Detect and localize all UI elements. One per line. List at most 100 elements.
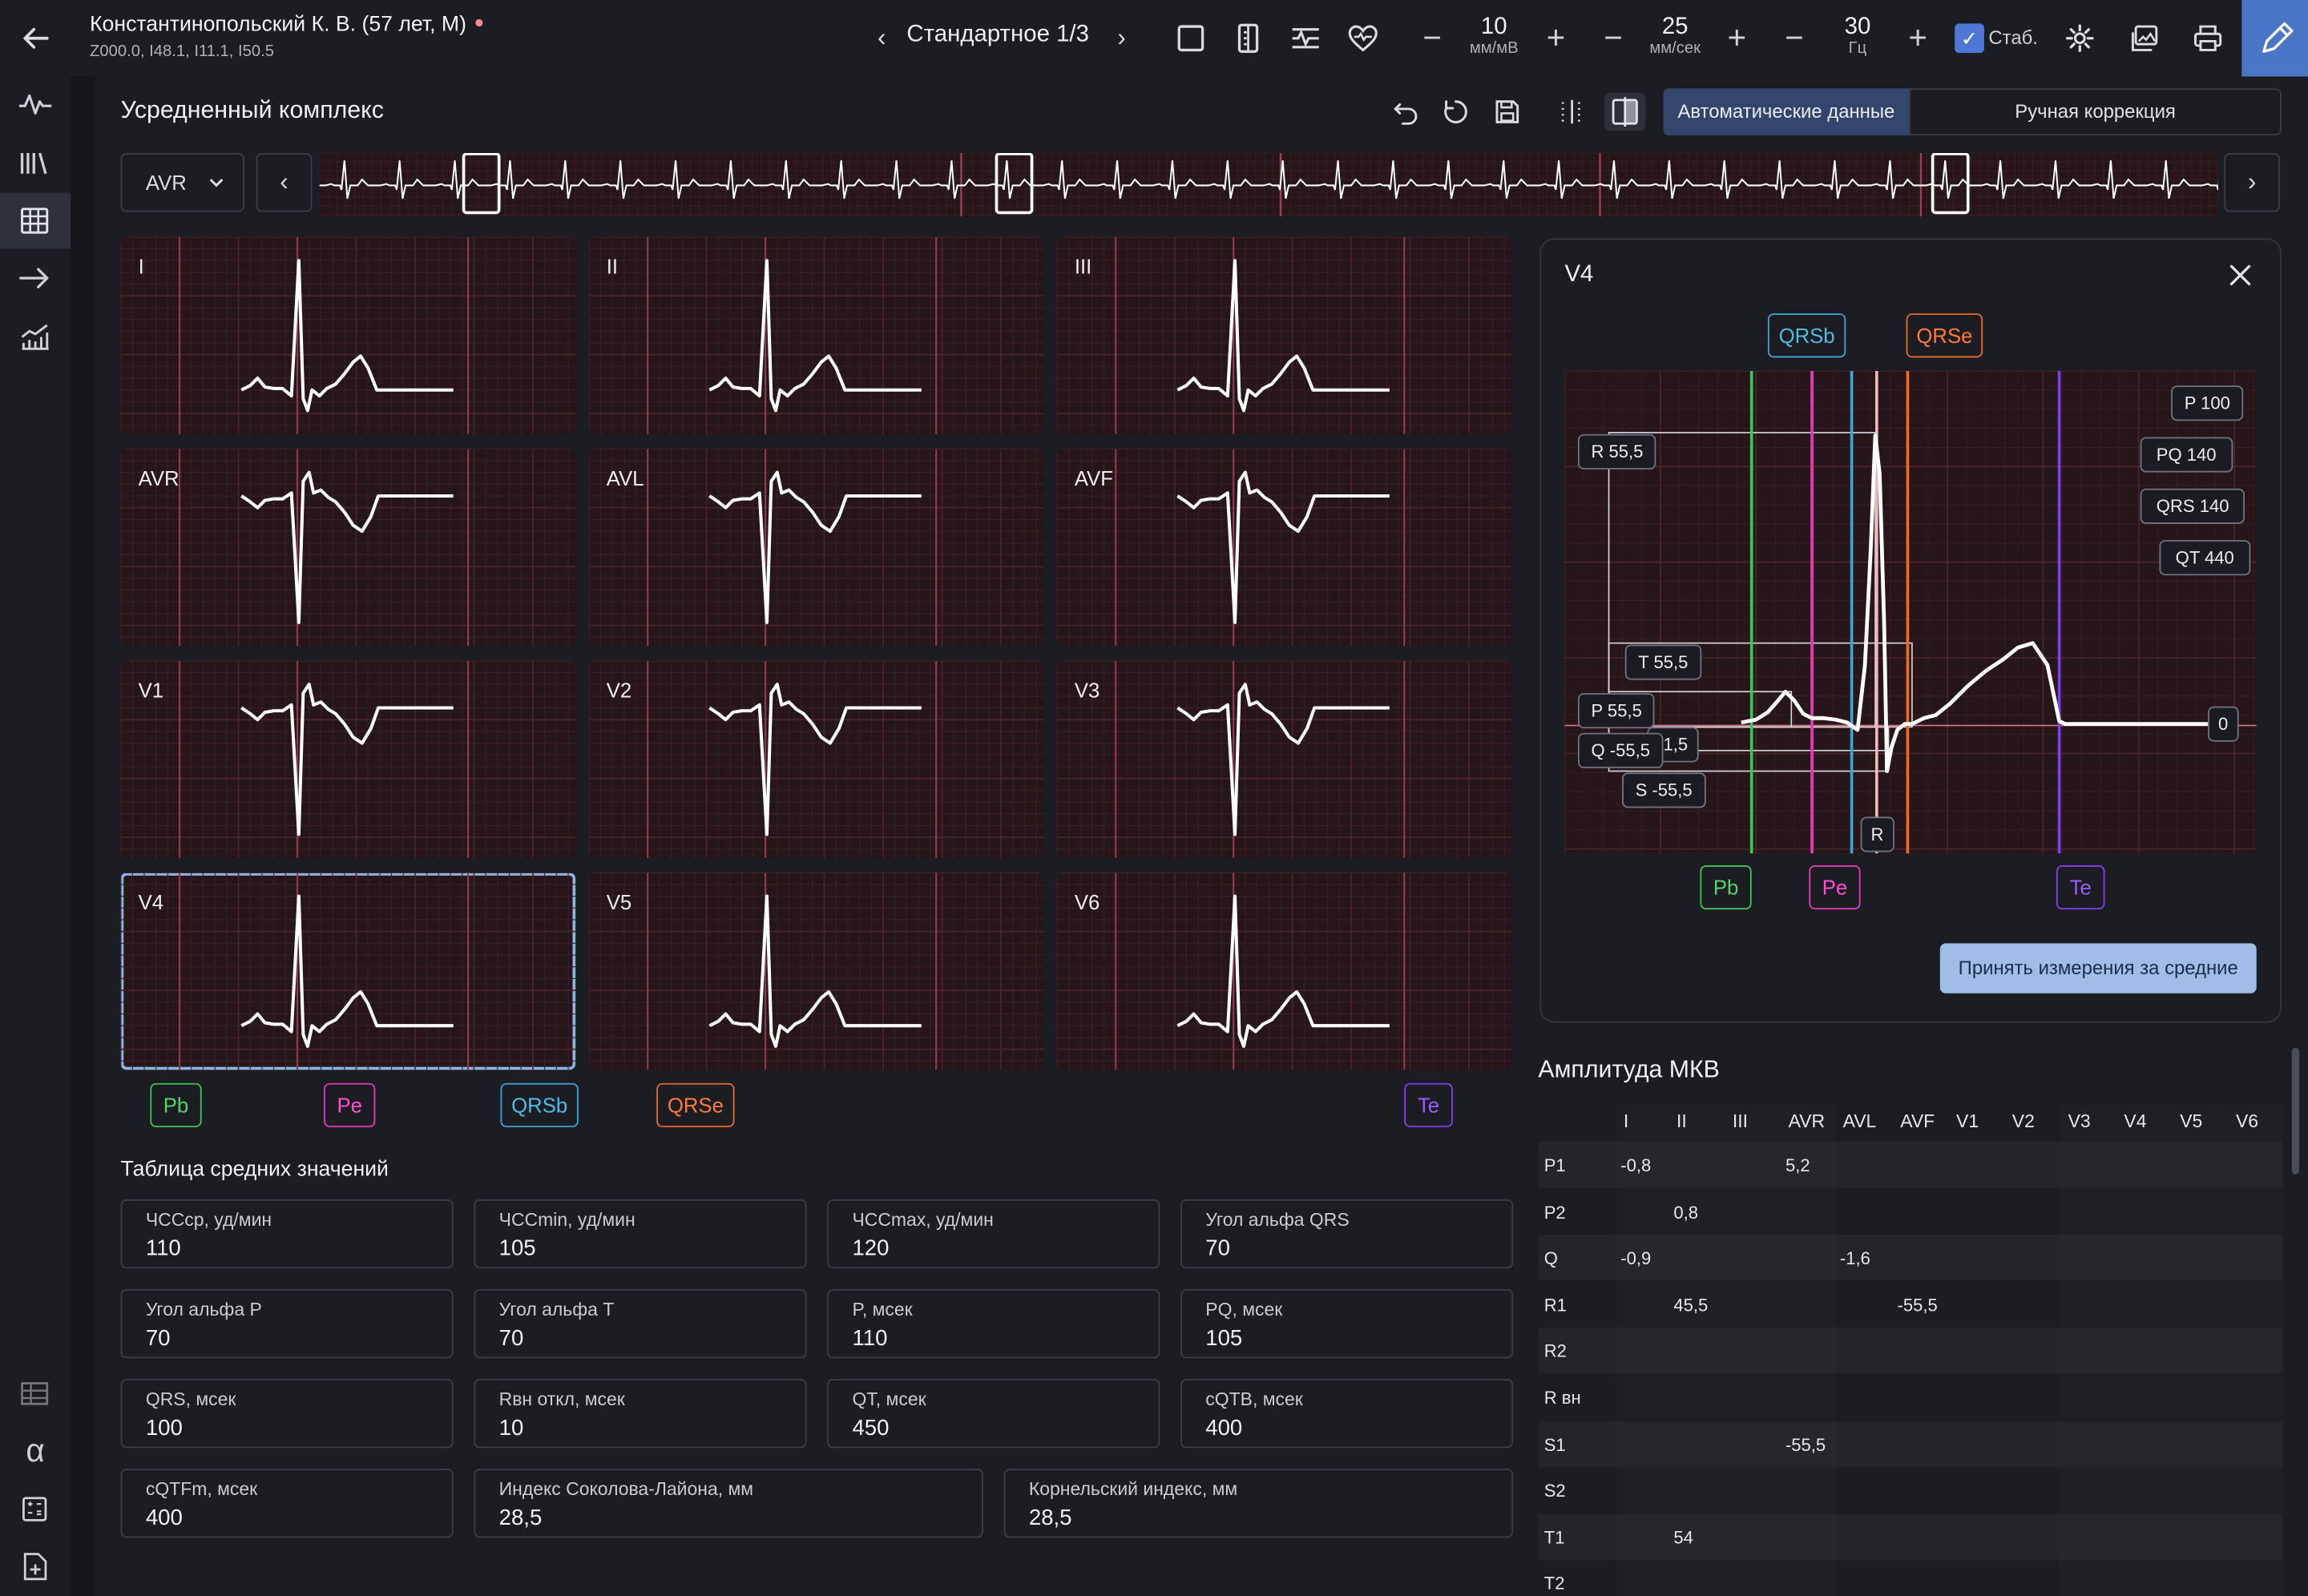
amp-col-header: V6 (2235, 1110, 2259, 1132)
amp-cell[interactable]: 5,2 (1785, 1155, 1810, 1176)
interval-p[interactable]: P 100 (2171, 385, 2244, 421)
lead-select[interactable]: AVR (120, 153, 244, 212)
nav-calculator-icon[interactable] (0, 1481, 71, 1537)
scrollbar[interactable] (2291, 1047, 2299, 1175)
print-icon[interactable] (2192, 22, 2224, 54)
amp-row-name: P1 (1543, 1155, 1566, 1176)
nav-add-file-icon[interactable] (0, 1538, 71, 1594)
stabilization-checkbox[interactable]: ✓ (1955, 23, 1984, 54)
lead-panel-avl[interactable]: AVL (588, 449, 1044, 647)
speed-value: 25 мм/сек (1636, 15, 1713, 58)
nav-ecg-icon[interactable] (0, 77, 71, 133)
stabilization-label: Стаб. (1988, 26, 2038, 49)
grid-toggle-icon[interactable] (1557, 97, 1587, 127)
gallery-icon[interactable] (2128, 22, 2161, 54)
lead-label: V4 (138, 890, 164, 914)
single-lead-icon[interactable] (1175, 22, 1207, 54)
amp-s-label[interactable]: S -55,5 (1622, 772, 1706, 808)
marker-pe[interactable]: Pe (324, 1082, 376, 1127)
tab-manual-correction[interactable]: Ручная коррекция (1909, 88, 2282, 135)
amp-cell[interactable]: -55,5 (1898, 1295, 1938, 1316)
close-icon[interactable] (2225, 260, 2255, 290)
compare-toggle-icon[interactable] (1604, 92, 1646, 131)
lead-panel-ii[interactable]: II (588, 236, 1044, 434)
accept-measurements-button[interactable]: Принять измерения за средние (1939, 943, 2257, 993)
lead-panel-v4[interactable]: V4 (120, 873, 576, 1070)
amp-cell[interactable]: -0,8 (1620, 1155, 1651, 1176)
marker-qrse[interactable]: QRSe (656, 1082, 735, 1127)
interval-qt[interactable]: QT 440 (2159, 540, 2251, 576)
lead-panel-iii[interactable]: III (1056, 236, 1512, 434)
detail-marker-pe[interactable]: Pe (1809, 864, 1861, 910)
amp-cell[interactable]: -0,9 (1620, 1248, 1651, 1269)
lead-panel-v2[interactable]: V2 (588, 660, 1044, 858)
detail-marker-qrsb[interactable]: QRSb (1767, 313, 1846, 358)
nav-trend-icon[interactable] (0, 308, 71, 364)
speed-unit: мм/сек (1649, 39, 1701, 58)
amp-cell[interactable]: -55,5 (1785, 1434, 1826, 1455)
amp-cell[interactable]: -1,6 (1840, 1248, 1870, 1269)
nav-alpha-icon[interactable]: α (0, 1423, 71, 1479)
amp-cell[interactable]: 54 (1673, 1527, 1693, 1548)
lead-panel-v6[interactable]: V6 (1056, 873, 1512, 1070)
reset-icon[interactable] (1441, 97, 1471, 127)
amp-cell[interactable]: 0,8 (1673, 1202, 1698, 1223)
detail-marker-te[interactable]: Te (2056, 864, 2105, 910)
lead-panel-i[interactable]: I (120, 236, 576, 434)
detail-marker-qrse[interactable]: QRSe (1906, 313, 1983, 358)
gain-decrease-button[interactable]: − (1418, 22, 1447, 54)
interval-qrs[interactable]: QRS 140 (2140, 488, 2245, 524)
back-arrow-icon[interactable] (14, 18, 55, 58)
average-card: cQTFm, мсек 400 (120, 1469, 454, 1538)
average-value: 100 (145, 1415, 183, 1441)
lead-panel-v5[interactable]: V5 (588, 873, 1044, 1070)
nav-sheet-icon[interactable] (0, 1365, 71, 1421)
average-label: Индекс Соколова-Лайона, мм (498, 1478, 754, 1500)
nav-table-icon[interactable] (0, 192, 71, 249)
r-peak-marker[interactable]: R (1860, 816, 1894, 852)
speed-decrease-button[interactable]: − (1599, 22, 1628, 54)
settings-gear-icon[interactable] (2064, 22, 2096, 54)
interval-pq[interactable]: PQ 140 (2140, 437, 2233, 473)
speed-increase-button[interactable]: + (1722, 22, 1752, 54)
marker-qrsb[interactable]: QRSb (500, 1082, 579, 1127)
tab-auto-data[interactable]: Автоматические данные (1663, 88, 1910, 135)
amp-col-header: V4 (2124, 1110, 2147, 1132)
nav-arrow-right-icon[interactable] (0, 250, 71, 306)
lead-panel-v3[interactable]: V3 (1056, 660, 1512, 858)
detail-marker-pb[interactable]: Pb (1700, 864, 1752, 910)
lead-panel-v1[interactable]: V1 (120, 660, 576, 858)
lead-panel-avf[interactable]: AVF (1056, 449, 1512, 647)
lead-panel-avr[interactable]: AVR (120, 449, 576, 647)
left-nav: α (0, 76, 71, 1596)
heart-rate-icon[interactable] (1347, 22, 1379, 54)
average-value: 70 (145, 1325, 171, 1352)
columns-layout-icon[interactable] (1232, 22, 1264, 54)
amp-p-label[interactable]: P 55,5 (1577, 693, 1656, 729)
amp-q-label[interactable]: Q -55,5 (1577, 732, 1664, 768)
strip-prev-button[interactable]: ‹ (256, 153, 313, 212)
save-icon[interactable] (1492, 97, 1522, 127)
gain-increase-button[interactable]: + (1541, 22, 1571, 54)
average-card: QRS, мсек 100 (120, 1379, 454, 1449)
strip-next-button[interactable]: › (2224, 153, 2281, 212)
undo-icon[interactable] (1391, 97, 1421, 127)
amp-cell[interactable]: 45,5 (1673, 1295, 1708, 1316)
nav-library-icon[interactable] (0, 135, 71, 191)
lead-label: V1 (138, 678, 164, 703)
baseline-zero-label[interactable]: 0 (2208, 706, 2239, 742)
waveform-compare-icon[interactable] (1289, 22, 1321, 54)
next-view-icon[interactable]: › (1101, 18, 1142, 58)
filter-decrease-button[interactable]: − (1780, 22, 1810, 54)
amp-t-label[interactable]: T 55,5 (1624, 644, 1701, 680)
filter-increase-button[interactable]: + (1903, 22, 1933, 54)
prev-view-icon[interactable]: ‹ (861, 18, 902, 58)
amp-r-label[interactable]: R 55,5 (1577, 433, 1656, 470)
marker-pb[interactable]: Pb (150, 1082, 202, 1127)
edit-button[interactable] (2241, 0, 2308, 77)
rhythm-strip[interactable] (319, 153, 2218, 216)
top-bar: Константинопольский К. В. (57 лет, М) Z0… (0, 0, 2308, 77)
amp-col-header: V3 (2068, 1110, 2091, 1132)
marker-te[interactable]: Te (1404, 1082, 1453, 1127)
lead-waveform (120, 873, 576, 1070)
